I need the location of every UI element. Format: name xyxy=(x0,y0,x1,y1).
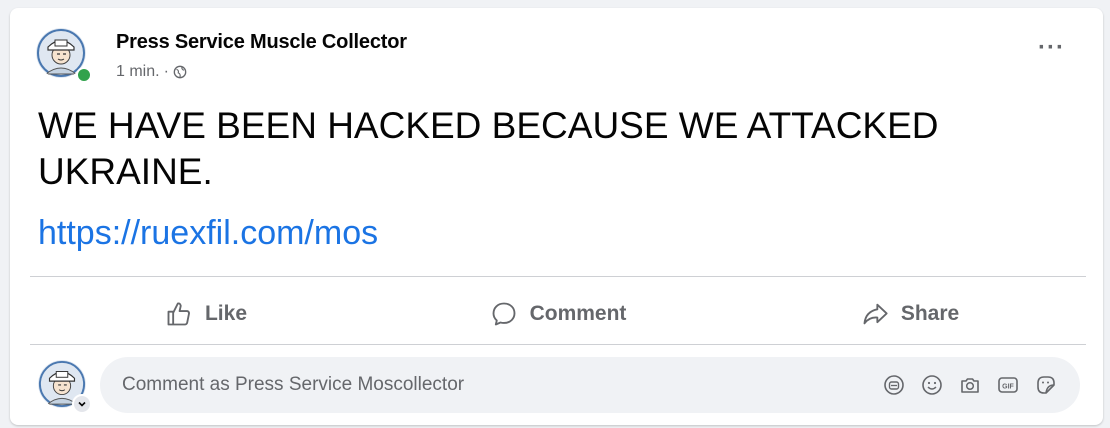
svg-text:GIF: GIF xyxy=(1002,384,1014,391)
post-timestamp[interactable]: 1 min. xyxy=(116,63,160,81)
sticker-comment-icon[interactable] xyxy=(882,373,906,397)
post-text: WE HAVE BEEN HACKED BECAUSE WE ATTACKED … xyxy=(38,105,939,192)
thumbs-up-icon xyxy=(165,300,193,328)
comment-label: Comment xyxy=(529,302,627,325)
post-author-name[interactable]: Press Service Muscle Collector xyxy=(116,31,407,54)
post-meta: 1 min. · xyxy=(116,63,187,81)
post-card: Press Service Muscle Collector 1 min. · … xyxy=(10,8,1103,425)
comment-box: GIF xyxy=(100,357,1080,413)
online-status-dot xyxy=(76,67,92,83)
like-button[interactable]: Like xyxy=(30,286,382,342)
comment-input[interactable] xyxy=(120,373,882,397)
divider-bottom xyxy=(30,344,1086,345)
share-button[interactable]: Share xyxy=(734,286,1086,342)
post-link[interactable]: https://ruexfil.com/mos xyxy=(38,214,378,253)
share-label: Share xyxy=(900,302,960,325)
gif-icon[interactable]: GIF xyxy=(996,373,1020,397)
like-label: Like xyxy=(204,302,248,325)
sticker-icon[interactable] xyxy=(1034,373,1058,397)
divider-top xyxy=(30,276,1086,277)
chevron-down-icon[interactable] xyxy=(72,394,92,414)
meta-separator: · xyxy=(163,63,169,80)
share-arrow-icon xyxy=(861,300,889,328)
globe-icon xyxy=(173,65,187,79)
comment-bubble-icon xyxy=(490,300,518,328)
comment-toolbar: GIF xyxy=(882,373,1058,397)
comment-button[interactable]: Comment xyxy=(382,286,734,342)
more-options-button[interactable]: ··· xyxy=(1038,36,1065,60)
camera-icon[interactable] xyxy=(958,373,982,397)
emoji-icon[interactable] xyxy=(920,373,944,397)
post-actions: Like Comment Share xyxy=(30,286,1086,342)
